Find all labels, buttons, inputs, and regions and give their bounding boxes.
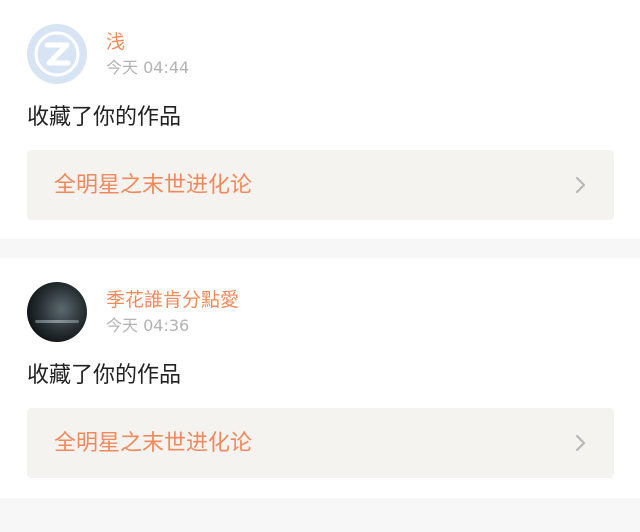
user-name[interactable]: 季花誰肯分點愛	[106, 288, 239, 312]
avatar[interactable]	[27, 24, 87, 84]
work-title: 全明星之末世进化论	[54, 173, 253, 198]
chevron-right-icon	[575, 176, 586, 194]
user-name[interactable]: 浅	[106, 30, 125, 54]
chevron-right-icon	[575, 434, 586, 452]
action-text: 收藏了你的作品	[27, 105, 182, 130]
notification-card: 浅 今天 04:44 收藏了你的作品 全明星之末世进化论	[0, 0, 640, 239]
work-title: 全明星之末世进化论	[54, 431, 253, 456]
work-link[interactable]: 全明星之末世进化论	[27, 150, 614, 220]
timestamp: 今天 04:44	[106, 58, 190, 77]
timestamp: 今天 04:36	[106, 316, 190, 335]
work-link[interactable]: 全明星之末世进化论	[27, 408, 614, 478]
avatar-photo-caption	[35, 320, 79, 323]
notification-card: 季花誰肯分點愛 今天 04:36 收藏了你的作品 全明星之末世进化论	[0, 258, 640, 498]
avatar[interactable]	[27, 282, 87, 342]
action-text: 收藏了你的作品	[27, 363, 182, 388]
default-avatar-icon	[34, 31, 80, 77]
